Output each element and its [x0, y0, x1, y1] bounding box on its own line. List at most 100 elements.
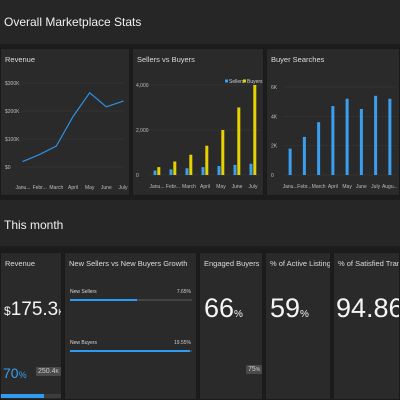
kpi-satisfied-title: % of Satisfied Tran...	[338, 259, 399, 268]
sellers-buyers-xtick-label: May	[216, 184, 226, 190]
revenue-xtick-label: July	[119, 185, 128, 191]
revenue-data-point	[72, 116, 74, 118]
buyer-searches-bar	[359, 109, 363, 175]
new-sellers-track	[70, 299, 192, 301]
revenue-data-point	[122, 100, 124, 102]
buyer-searches-bar	[345, 98, 349, 175]
kpi-satisfied-card[interactable]: % of Satisfied Tran... 94.86%	[333, 252, 400, 400]
kpi-satisfied-value: 94.86%	[336, 293, 400, 323]
sellers-buyers-ytick-label: 4,000	[136, 83, 149, 89]
buyer-searches-ytick-label: 4K	[271, 114, 278, 120]
revenue-xtick-label: Janu...	[15, 185, 30, 191]
kpi-revenue-title: Revenue	[5, 259, 36, 268]
kpi-revenue-progress-fill	[1, 394, 45, 398]
sellers-buyers-bar	[157, 167, 161, 175]
buyer-searches-chart-card[interactable]: Buyer Searches 0 2K 4K 6K Janu... Febr... Marc…	[266, 48, 400, 196]
buyer-searches-bar	[317, 122, 321, 175]
kpi-growth-title: New Sellers vs New Buyers Growth	[69, 259, 188, 268]
sellers-buyers-chart: 02,0004,000Sellers BuyersJanu... Febr... Ma…	[136, 79, 263, 190]
sellers-buyers-bar	[217, 166, 221, 175]
new-buyers-label: New Buyers	[70, 340, 97, 346]
buyer-searches-xtick-label: July	[371, 184, 380, 190]
kpi-revenue-card[interactable]: Revenue $175.3K 70% 250.4K	[0, 252, 62, 400]
kpi-active-title: % of Active Listings	[270, 259, 331, 268]
revenue-xtick-label: June	[101, 185, 112, 191]
sellers-buyers-bar	[169, 169, 173, 175]
sellers-buyers-bar	[221, 130, 225, 175]
buyer-searches-ytick-label: 2K	[271, 144, 278, 150]
revenue-xtick-label: April	[68, 185, 78, 191]
sellers-buyers-bar	[205, 145, 209, 175]
kpi-engaged-badge: 75%	[246, 365, 262, 374]
buyer-searches-xtick-label: Augu...	[382, 184, 398, 190]
buyer-searches-chart: 0 2K 4K 6K Janu... Febr... March April May June Ju…	[271, 85, 398, 190]
sellers-buyers-bar	[189, 154, 193, 175]
buyer-searches-bar	[302, 136, 306, 175]
buyer-searches-xtick-label: March	[312, 184, 326, 190]
buyer-searches-xtick-label: May	[342, 184, 352, 190]
buyer-searches-ytick-label: 0	[271, 173, 274, 179]
buyer-searches-xtick-label: Febr...	[297, 184, 311, 190]
revenue-chart-card[interactable]: Revenue $0 $100K $200K $300K Janu... Febr... M…	[0, 48, 130, 196]
revenue-xtick-label: March	[49, 185, 63, 191]
sellers-buyers-xtick-label: April	[200, 184, 210, 190]
kpi-revenue-percent: 70%	[3, 365, 27, 381]
sellers-buyers-legend-swatch	[243, 79, 246, 83]
new-sellers-percent: 7.65%	[176, 289, 191, 295]
sellers-buyers-bar	[237, 107, 241, 175]
sellers-buyers-chart-card[interactable]: Sellers vs Buyers 0 2,000 4,000 Sellers Buye…	[132, 48, 264, 196]
sellers-buyers-legend-label: Sellers	[229, 79, 245, 85]
buyer-searches-bar	[388, 98, 392, 175]
kpi-engaged-card[interactable]: Engaged Buyers 66% 75%	[199, 252, 263, 400]
revenue-data-point	[39, 153, 41, 155]
sellers-buyers-xtick-label: June	[232, 184, 243, 190]
revenue-data-point	[89, 92, 91, 94]
sellers-buyers-bar	[233, 164, 237, 175]
revenue-data-point	[105, 106, 107, 108]
revenue-data-point	[22, 160, 24, 162]
sellers-buyers-bar	[185, 168, 189, 175]
buyer-searches-ytick-label: 6K	[271, 85, 278, 91]
buyer-searches-bar	[374, 95, 378, 175]
new-buyers-track	[70, 350, 192, 352]
buyer-searches-bar	[288, 148, 292, 175]
revenue-xtick-label: Febr...	[33, 185, 47, 191]
kpi-revenue-target: 250.4K	[36, 367, 61, 376]
page-title: Overall Marketplace Stats	[4, 15, 142, 29]
revenue-ytick-label: $200K	[5, 109, 20, 115]
sellers-buyers-xtick-label: Febr...	[166, 184, 180, 190]
kpi-growth-card[interactable]: New Sellers vs New Buyers Growth New Sel…	[64, 252, 197, 400]
kpi-revenue-progress-track	[1, 394, 61, 398]
sellers-buyers-ytick-label: 0	[136, 173, 139, 179]
sellers-buyers-bar	[249, 163, 253, 175]
revenue-xtick-label: May	[85, 185, 95, 191]
new-sellers-label: New Sellers	[70, 289, 97, 295]
sellers-buyers-xtick-label: Janu...	[149, 184, 164, 190]
kpi-revenue-value: $175.3K	[4, 299, 61, 320]
revenue-ytick-label: $100K	[5, 137, 20, 143]
sellers-buyers-bar	[153, 170, 157, 175]
buyer-searches-xtick-label: April	[328, 184, 338, 190]
revenue-ytick-label: $0	[5, 165, 11, 171]
kpi-engaged-title: Engaged Buyers	[204, 259, 260, 268]
sellers-buyers-bar	[253, 85, 257, 175]
new-sellers-fill	[70, 299, 138, 301]
sellers-buyers-ytick-label: 2,000	[136, 128, 149, 134]
buyer-searches-bar	[331, 106, 335, 175]
revenue-ytick-label: $300K	[5, 81, 20, 87]
sellers-buyers-xtick-label: March	[182, 184, 196, 190]
new-buyers-fill	[70, 350, 190, 352]
new-buyers-percent: 19.55%	[174, 340, 191, 346]
buyer-searches-xtick-label: June	[356, 184, 367, 190]
sellers-buyers-xtick-label: July	[249, 184, 258, 190]
sellers-buyers-legend-swatch	[225, 79, 228, 83]
this-month-title: This month	[4, 218, 64, 232]
kpi-active-card[interactable]: % of Active Listings 59%	[265, 252, 331, 400]
revenue-chart: $0 $100K $200K $300K Janu... Febr... March Apri…	[5, 81, 128, 191]
revenue-series-line	[22, 91, 124, 162]
kpi-active-value: 59%	[270, 293, 309, 323]
sellers-buyers-bar	[201, 167, 205, 175]
sellers-buyers-bar	[173, 161, 177, 175]
sellers-buyers-legend-label: Buyers	[247, 79, 263, 85]
buyer-searches-xtick-label: Janu...	[283, 184, 298, 190]
